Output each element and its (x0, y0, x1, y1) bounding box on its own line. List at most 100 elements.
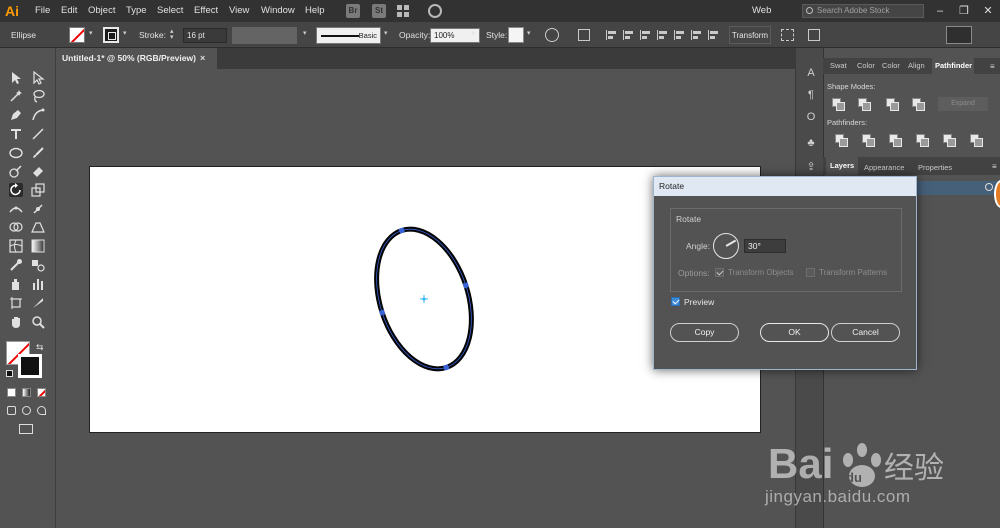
menu-edit[interactable]: Edit (61, 0, 77, 22)
zoom-tool-icon[interactable] (31, 315, 45, 329)
blend-tool-icon[interactable] (31, 258, 45, 272)
menu-help[interactable]: Help (305, 0, 325, 22)
character-panel-icon[interactable]: A (804, 66, 818, 80)
close-tab-icon[interactable]: × (200, 48, 205, 69)
chevron-down-icon[interactable]: ▾ (123, 30, 129, 37)
export-panel-icon[interactable]: ⇪ (804, 160, 818, 174)
unite-icon[interactable] (832, 98, 845, 111)
type-tool-icon[interactable] (9, 127, 23, 141)
exclude-icon[interactable] (912, 98, 925, 111)
hand-tool-icon[interactable] (9, 315, 23, 329)
rotate-tool-icon[interactable] (9, 183, 23, 197)
mesh-tool-icon[interactable] (9, 239, 23, 253)
panel-menu-toggle[interactable] (946, 26, 972, 44)
default-fill-stroke-icon[interactable] (6, 370, 13, 377)
swap-fill-stroke-icon[interactable]: ⇆ (36, 342, 44, 353)
align-left-icon[interactable] (606, 30, 618, 40)
minimize-button[interactable]: – (928, 0, 952, 22)
copy-button[interactable]: Copy (670, 323, 739, 342)
pen-tool-icon[interactable] (9, 108, 23, 122)
column-graph-tool-icon[interactable] (31, 277, 45, 291)
symbol-sprayer-tool-icon[interactable] (9, 277, 23, 291)
menu-select[interactable]: Select (157, 0, 183, 22)
chevron-down-icon[interactable]: ▾ (384, 30, 390, 37)
artboard-tool-icon[interactable] (9, 296, 23, 310)
align-to-icon[interactable] (578, 29, 590, 41)
paintbrush-tool-icon[interactable] (31, 146, 45, 160)
align-right-icon[interactable] (640, 30, 652, 40)
menu-effect[interactable]: Effect (194, 0, 218, 22)
eyedropper-tool-icon[interactable] (9, 258, 23, 272)
menu-file[interactable]: File (35, 0, 50, 22)
menu-view[interactable]: View (229, 0, 249, 22)
close-window-button[interactable]: ✕ (976, 0, 1000, 22)
paragraph-panel-icon[interactable]: ¶ (804, 88, 818, 102)
menu-object[interactable]: Object (88, 0, 115, 22)
tab-properties[interactable]: Properties (918, 161, 952, 175)
screen-mode-icon[interactable] (19, 424, 33, 434)
fill-swatch[interactable] (69, 27, 85, 43)
opentype-panel-icon[interactable]: O (804, 110, 818, 124)
stroke-stepper-icon[interactable]: ▴ ▾ (170, 28, 178, 41)
minus-front-icon[interactable] (858, 98, 871, 111)
align-top-icon[interactable] (657, 30, 669, 40)
workspace-switcher[interactable]: Web (752, 0, 771, 22)
distribute-icon[interactable] (708, 30, 720, 40)
arrange-documents-icon[interactable] (397, 5, 409, 17)
direct-selection-tool-icon[interactable] (31, 71, 45, 85)
stock-button[interactable]: St (372, 4, 386, 18)
gradient-tool-icon[interactable] (31, 239, 45, 253)
variable-width-profile[interactable] (232, 27, 297, 44)
tab-color[interactable]: Color (857, 59, 875, 73)
tab-color-guide[interactable]: Color (882, 59, 900, 73)
panel-menu-icon[interactable]: ≡ (990, 62, 995, 71)
panel-menu-icon[interactable]: ≡ (992, 162, 997, 171)
draw-behind-icon[interactable] (22, 406, 31, 415)
merge-icon[interactable] (889, 134, 902, 147)
curvature-tool-icon[interactable] (31, 108, 45, 122)
document-tab[interactable]: Untitled-1* @ 50% (RGB/Preview) (57, 48, 217, 69)
outline-icon[interactable] (943, 134, 956, 147)
stroke-swatch[interactable] (103, 27, 119, 43)
slice-tool-icon[interactable] (31, 296, 45, 310)
color-mode-icon[interactable] (7, 388, 16, 397)
select-similar-icon[interactable] (808, 29, 820, 41)
preview-checkbox[interactable] (671, 297, 680, 306)
gradient-mode-icon[interactable] (22, 388, 31, 397)
recolor-artwork-icon[interactable] (545, 28, 559, 42)
align-bottom-icon[interactable] (691, 30, 703, 40)
tab-layers[interactable]: Layers (826, 157, 858, 175)
tab-pathfinder[interactable]: Pathfinder (932, 58, 974, 74)
angle-dial-icon[interactable] (713, 233, 739, 259)
ok-button[interactable]: OK (760, 323, 829, 342)
align-center-icon[interactable] (623, 30, 635, 40)
stock-search-input[interactable]: Search Adobe Stock (802, 4, 924, 18)
tab-appearance[interactable]: Appearance (864, 161, 904, 175)
angle-input[interactable]: 30° (744, 239, 786, 253)
divide-icon[interactable] (835, 134, 848, 147)
graphic-style-swatch[interactable] (508, 27, 524, 43)
menu-type[interactable]: Type (126, 0, 147, 22)
draw-inside-icon[interactable] (37, 406, 46, 415)
bridge-button[interactable]: Br (346, 4, 360, 18)
stroke-weight-input[interactable]: 16 pt (183, 28, 227, 43)
chevron-down-icon[interactable]: ▾ (303, 30, 309, 37)
expand-button[interactable]: Expand (938, 97, 988, 111)
maximize-button[interactable]: ❐ (952, 0, 976, 22)
line-segment-tool-icon[interactable] (31, 127, 45, 141)
chevron-down-icon[interactable]: ▾ (527, 30, 533, 37)
intersect-icon[interactable] (886, 98, 899, 111)
draw-normal-icon[interactable] (7, 406, 16, 415)
ellipse-tool-icon[interactable] (9, 146, 23, 160)
none-mode-icon[interactable] (37, 388, 46, 397)
scale-tool-icon[interactable] (31, 183, 45, 197)
lasso-tool-icon[interactable] (31, 89, 45, 103)
perspective-grid-tool-icon[interactable] (31, 220, 45, 234)
tab-align[interactable]: Align (908, 59, 925, 73)
eraser-tool-icon[interactable] (31, 164, 45, 178)
magic-wand-tool-icon[interactable] (9, 89, 23, 103)
symbols-panel-icon[interactable]: ♣ (804, 136, 818, 150)
crop-icon[interactable] (916, 134, 929, 147)
menu-window[interactable]: Window (261, 0, 295, 22)
tab-swatches[interactable]: Swat (830, 59, 847, 73)
